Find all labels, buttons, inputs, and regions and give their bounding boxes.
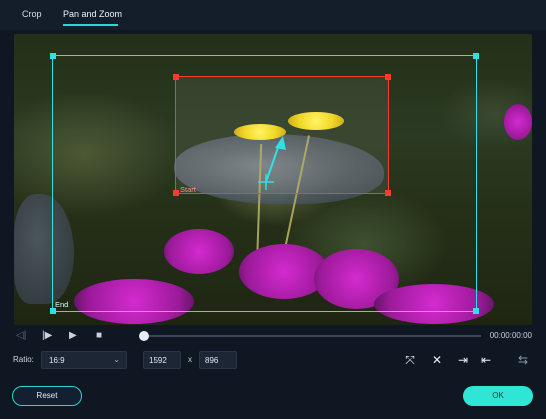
end-frame-handle[interactable] [50,53,56,59]
play-icon[interactable]: ▶ [69,330,77,341]
height-value: 896 [205,356,219,365]
start-frame-handle[interactable] [385,190,391,196]
end-frame-handle[interactable] [473,53,479,59]
set-start-icon[interactable]: ⇤ [477,351,495,369]
set-end-icon[interactable]: ⇥ [454,351,472,369]
step-forward-icon[interactable]: |▶ [42,330,52,341]
tab-bar: Crop Pan and Zoom [0,0,546,30]
start-frame-label: Start [180,185,196,194]
end-frame-handle[interactable] [473,308,479,314]
fit-icon[interactable]: ⤧ [401,351,419,369]
reset-button-label: Reset [36,391,58,400]
timecode: 00:00:00:00 [489,331,532,340]
tab-crop[interactable]: Crop [22,9,42,19]
prev-frame-icon[interactable]: ◁| [16,330,26,341]
ok-button-label: OK [492,391,504,400]
width-value: 1592 [149,356,167,365]
ok-button[interactable]: OK [463,386,533,406]
ratio-label: Ratio: [13,355,34,364]
ratio-toolbar: Ratio: 16:9 ⌄ 1592 x 896 ⤧ ✕ ⇥ ⇤ ⇆ [0,350,546,370]
ratio-value: 16:9 [49,356,65,365]
tab-pan-and-zoom[interactable]: Pan and Zoom [63,9,122,19]
start-frame-handle[interactable] [173,190,179,196]
width-field[interactable]: 1592 [143,351,181,369]
dimension-separator: x [188,355,192,364]
swap-crop-icon[interactable]: ✕ [428,351,446,369]
reset-button[interactable]: Reset [12,386,82,406]
timeline-track[interactable] [144,335,481,337]
magenta-flowers [504,104,532,140]
ratio-select[interactable]: 16:9 ⌄ [41,351,127,369]
chevron-down-icon: ⌄ [113,355,120,364]
active-tab-indicator [63,24,118,26]
stop-icon[interactable]: ■ [96,330,102,341]
timeline-scrubber[interactable] [139,331,149,341]
start-frame-box[interactable] [175,76,389,194]
flip-icon[interactable]: ⇆ [514,351,532,369]
end-frame-label: End [55,300,69,309]
playback-controls: ◁| |▶ ▶ ■ 00:00:00:00 [14,328,532,344]
height-field[interactable]: 896 [199,351,237,369]
start-frame-handle[interactable] [173,74,179,80]
start-frame-handle[interactable] [385,74,391,80]
